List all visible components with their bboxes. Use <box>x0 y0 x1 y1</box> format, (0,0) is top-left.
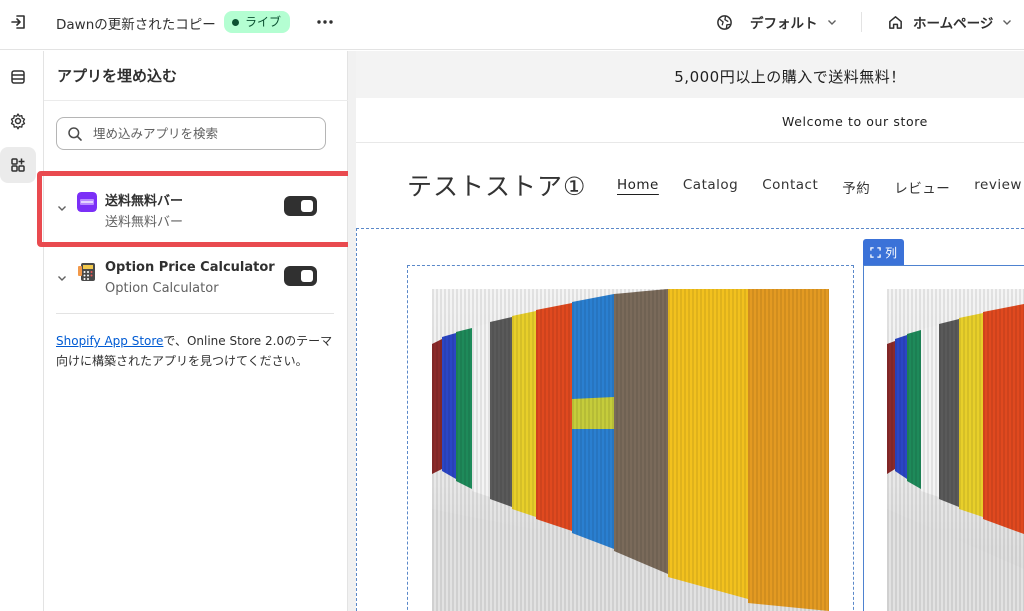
search-icon <box>68 127 82 141</box>
live-dot-icon <box>232 18 239 26</box>
chevron-down-icon <box>827 20 836 25</box>
live-label: ライブ <box>245 15 282 29</box>
nav-item-reservation[interactable]: 予約 <box>842 177 870 197</box>
home-icon <box>889 15 902 29</box>
product-image[interactable] <box>887 289 1024 611</box>
app-store-footnote: Shopify App Storeで、Online Store 2.0のテーマ向… <box>56 331 336 371</box>
top-bar: Dawnの更新されたコピー ライブ デフォルト ホームページ <box>0 0 1024 50</box>
home-label: ホームページ <box>913 16 994 32</box>
nav-item-reviews[interactable]: レビュー <box>894 177 950 197</box>
shopify-app-store-link[interactable]: Shopify App Store <box>56 334 163 348</box>
chevron-down-icon[interactable] <box>56 272 68 284</box>
panel-divider <box>56 313 334 314</box>
app-subtitle: Option Calculator <box>105 281 219 296</box>
store-name[interactable]: テストストア① <box>407 167 586 203</box>
toggle-knob <box>301 270 313 282</box>
announcement-text: 5,000円以上の購入で送料無料！ <box>674 68 906 86</box>
app-embed-item: Option Price Calculator Option Calculato… <box>44 250 348 310</box>
product-image[interactable] <box>432 289 829 611</box>
search-input[interactable] <box>93 118 313 149</box>
store-nav: Home Catalog Contact 予約 レビュー review <box>617 177 1024 197</box>
nav-item-contact[interactable]: Contact <box>762 177 818 197</box>
topbar-divider <box>861 12 862 32</box>
select-frame-icon <box>870 246 881 258</box>
column-tag[interactable]: 列 <box>863 239 905 265</box>
sections-button[interactable] <box>0 59 36 95</box>
nav-item-catalog[interactable]: Catalog <box>683 177 738 197</box>
more-icon <box>317 20 333 24</box>
panel-title: アプリを埋め込む <box>57 67 178 85</box>
page-selector[interactable]: ホームページ <box>887 11 1013 33</box>
editor-icon-rail <box>0 51 44 611</box>
app-enable-toggle[interactable] <box>284 266 317 286</box>
viewport-default-selector[interactable]: デフォルト <box>716 11 838 33</box>
highlight-annotation-box <box>37 171 354 247</box>
store-preview: 5,000円以上の購入で送料無料！ Welcome to our store テ… <box>348 51 1024 611</box>
exit-icon <box>11 15 25 29</box>
apps-icon <box>11 158 25 172</box>
panel-divider <box>44 100 348 101</box>
welcome-text: Welcome to our store <box>782 114 928 129</box>
more-actions-button[interactable] <box>313 10 337 34</box>
search-box <box>56 117 326 150</box>
announcement-bar: 5,000円以上の購入で送料無料！ <box>356 51 1024 98</box>
gear-icon <box>10 113 26 130</box>
nav-item-home[interactable]: Home <box>617 177 659 197</box>
globe-icon <box>717 14 732 30</box>
theme-title: Dawnの更新されたコピー <box>56 17 216 33</box>
welcome-bar: Welcome to our store <box>356 98 1024 143</box>
theme-settings-button[interactable] <box>0 103 36 139</box>
column-tag-label: 列 <box>885 245 898 260</box>
nav-item-review[interactable]: review <box>974 177 1022 197</box>
chevron-down-icon <box>1003 20 1012 25</box>
app-embeds-panel: アプリを埋め込む 送料無料バー 送料無料バー <box>44 51 348 611</box>
app-name: Option Price Calculator <box>105 260 275 275</box>
sections-icon <box>11 70 25 84</box>
store-page: 5,000円以上の購入で送料無料！ Welcome to our store テ… <box>356 51 1024 611</box>
default-label: デフォルト <box>750 16 818 32</box>
app-embeds-button[interactable] <box>0 147 36 183</box>
calculator-app-icon <box>78 263 95 281</box>
exit-button[interactable] <box>9 12 29 32</box>
live-status-badge: ライブ <box>224 11 291 33</box>
